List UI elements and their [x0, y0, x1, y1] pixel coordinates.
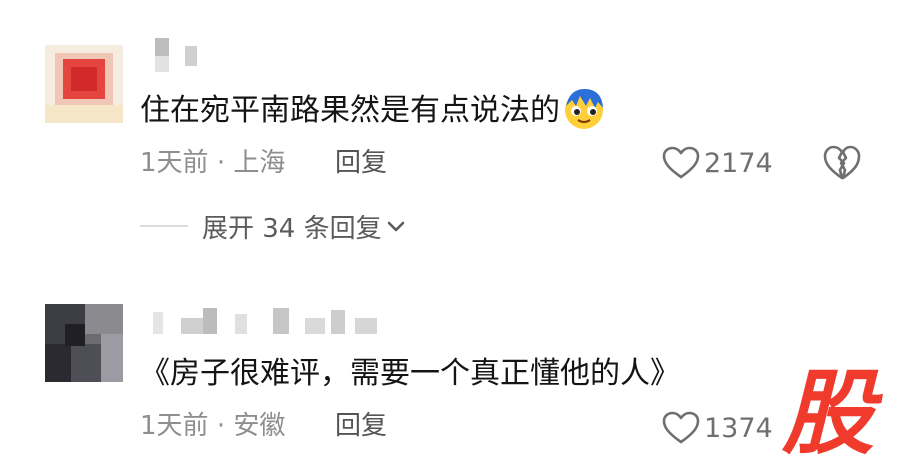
username[interactable]	[145, 38, 405, 74]
comment-text: 《房子很难评，需要一个真正懂他的人》	[140, 356, 680, 391]
heart-icon	[662, 146, 700, 179]
meta-separator: ·	[216, 148, 226, 178]
comment-body: 住在宛平南路果然是有点说法的	[140, 93, 560, 128]
watermark-logo: 股	[782, 360, 874, 467]
like-button[interactable]: 2174	[662, 145, 773, 181]
heart-icon	[662, 411, 700, 444]
smile-emoji-icon	[565, 88, 603, 129]
like-count: 2174	[704, 147, 773, 179]
avatar[interactable]	[45, 304, 123, 382]
reply-button[interactable]: 回复	[335, 410, 387, 442]
avatar[interactable]	[45, 45, 123, 123]
expand-replies-label: 展开 34 条回复	[202, 213, 382, 244]
comment-time: 1天前	[140, 411, 209, 441]
comment-meta: 1天前 · 上海 回复	[140, 147, 387, 179]
divider	[140, 225, 188, 227]
comment-time: 1天前	[140, 148, 209, 178]
like-button[interactable]: 1374	[662, 410, 773, 446]
comment-location: 上海	[233, 148, 286, 178]
like-count: 1374	[704, 412, 773, 444]
chevron-down-icon	[387, 221, 404, 232]
broken-heart-icon	[823, 145, 861, 180]
expand-replies-button[interactable]: 展开 34 条回复	[140, 208, 406, 244]
reply-button[interactable]: 回复	[335, 147, 387, 179]
username[interactable]	[145, 304, 405, 340]
comment-location: 安徽	[233, 411, 286, 441]
dislike-button[interactable]	[822, 144, 862, 182]
comment-meta: 1天前 · 安徽 回复	[140, 410, 387, 442]
comment-text: 住在宛平南路果然是有点说法的	[140, 86, 606, 131]
meta-separator: ·	[216, 411, 226, 441]
